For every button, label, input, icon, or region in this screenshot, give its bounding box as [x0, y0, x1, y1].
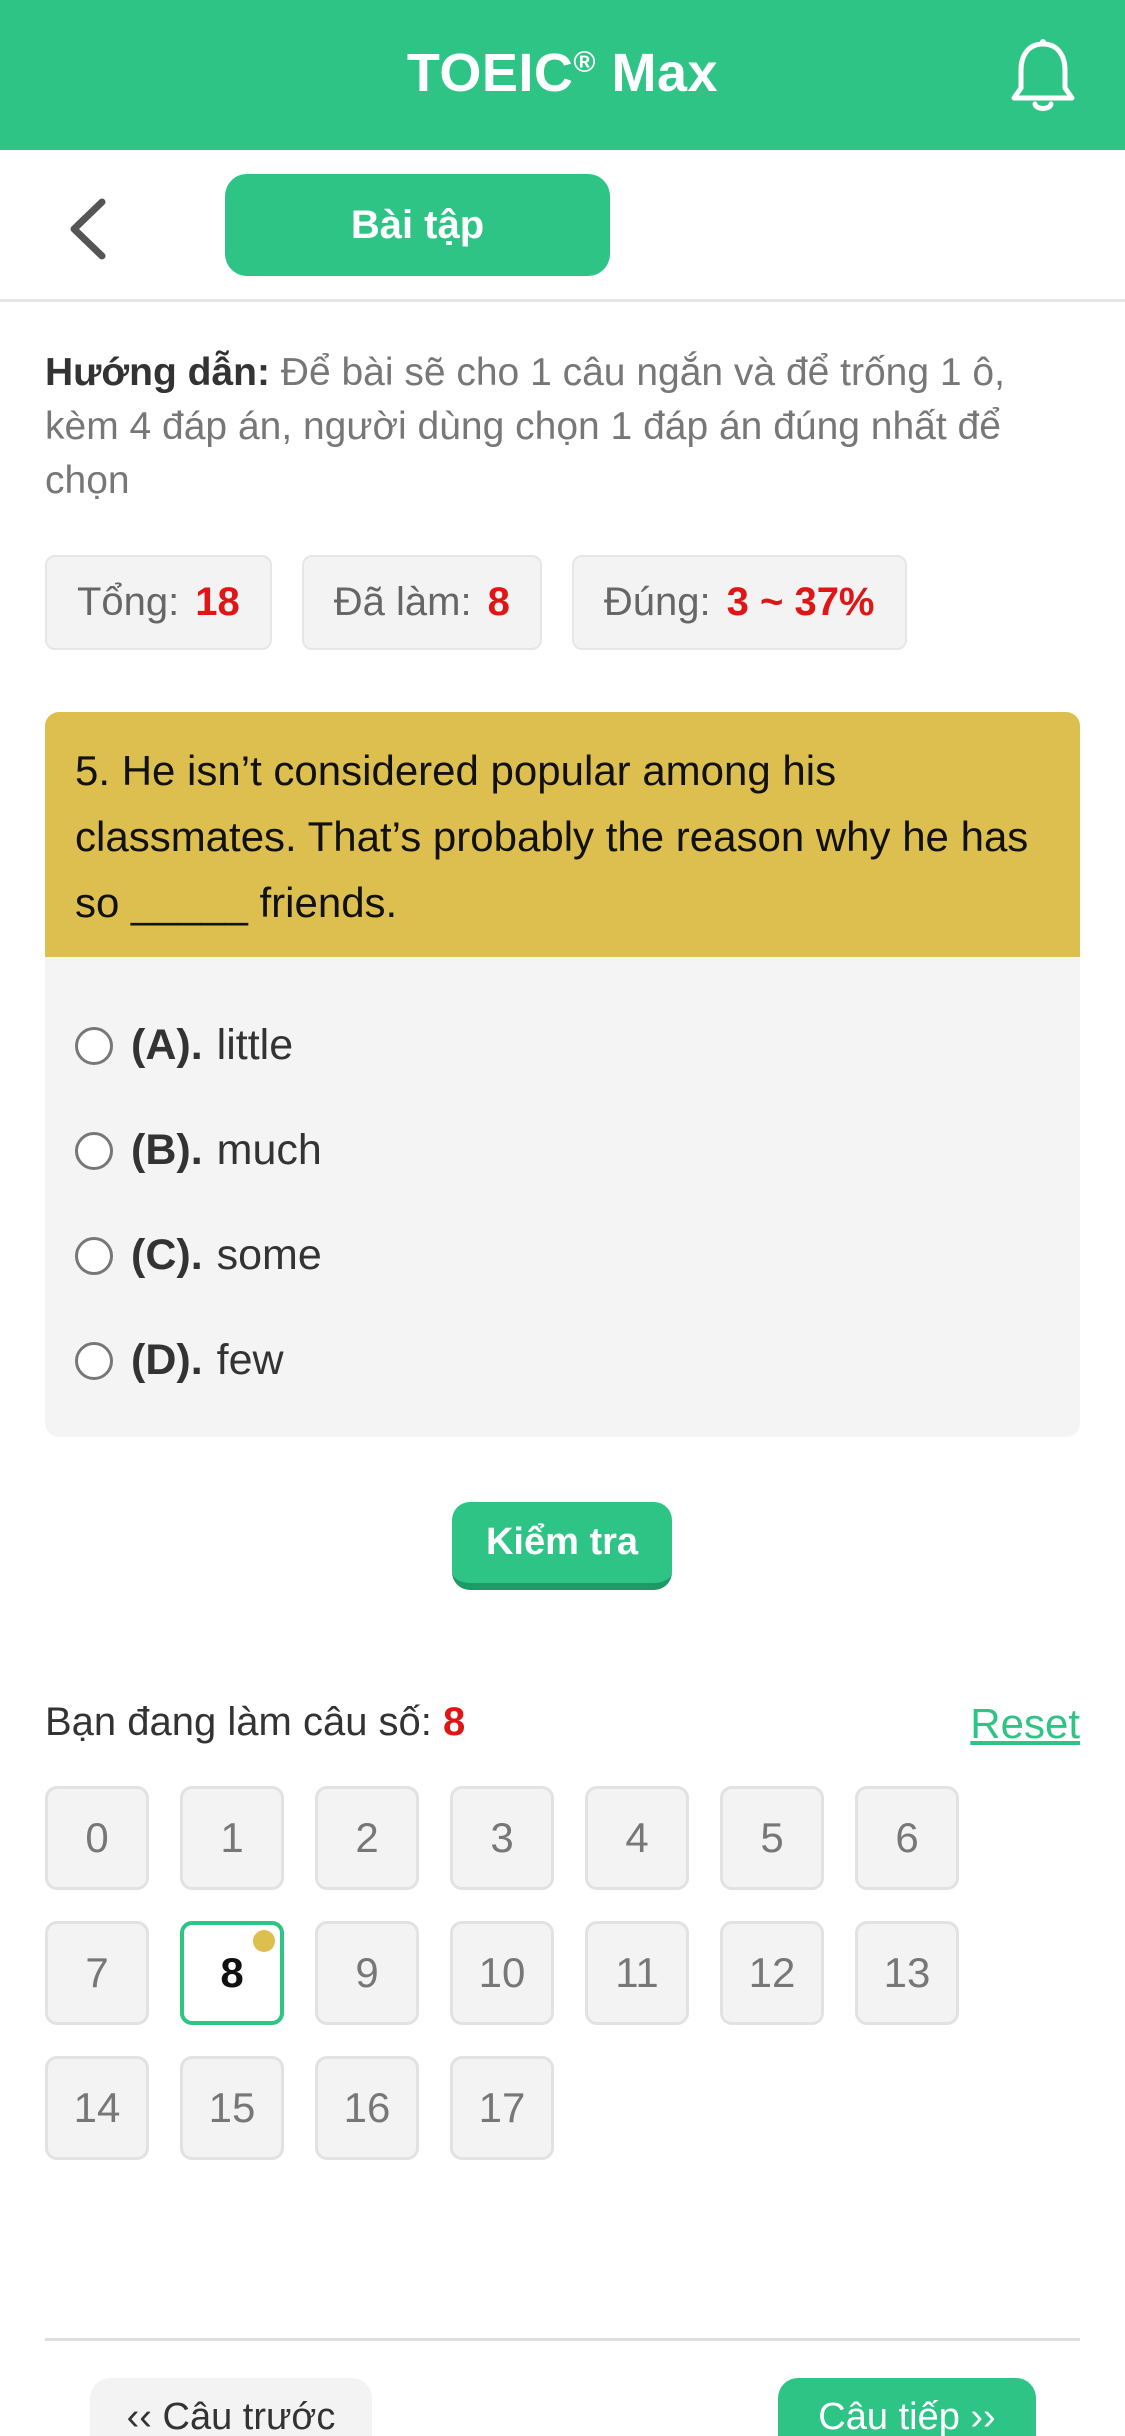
question-number-1[interactable]: 1: [180, 1786, 284, 1890]
answer-options: (A). little (B). much (C). some (D). few: [45, 957, 1080, 1413]
chevron-left-icon[interactable]: [60, 194, 120, 264]
option-c[interactable]: (C). some: [45, 1203, 1080, 1308]
question-text: 5. He isn’t considered popular among his…: [45, 712, 1080, 957]
question-number-15[interactable]: 15: [180, 2056, 284, 2160]
radio-button[interactable]: [75, 1131, 113, 1170]
divider: [45, 2338, 1080, 2341]
next-question-button[interactable]: Câu tiếp ››: [778, 2378, 1036, 2436]
tab-exercise[interactable]: Bài tập: [225, 174, 610, 276]
app-title: TOEIC® Max: [406, 43, 719, 103]
current-indicator-dot: [253, 1930, 275, 1952]
question-number-0[interactable]: 0: [45, 1786, 149, 1890]
option-d[interactable]: (D). few: [45, 1308, 1080, 1413]
radio-button[interactable]: [75, 1026, 113, 1065]
radio-button[interactable]: [75, 1341, 113, 1380]
radio-button[interactable]: [75, 1236, 113, 1275]
current-question-number: 8: [443, 1700, 466, 1744]
question-number-14[interactable]: 14: [45, 2056, 149, 2160]
instructions: Hướng dẫn: Để bài sẽ cho 1 câu ngắn và đ…: [45, 346, 1085, 508]
question-number-7[interactable]: 7: [45, 1921, 149, 2025]
previous-question-button[interactable]: ‹‹ Câu trước: [90, 2378, 372, 2436]
option-a[interactable]: (A). little: [45, 993, 1080, 1098]
question-number-8[interactable]: 8: [180, 1921, 284, 2025]
stat-total: Tổng: 18: [45, 555, 272, 650]
question-number-4[interactable]: 4: [585, 1786, 689, 1890]
toolbar: Bài tập: [0, 150, 1125, 302]
question-number-11[interactable]: 11: [585, 1921, 689, 2025]
question-number-17[interactable]: 17: [450, 2056, 554, 2160]
check-button[interactable]: Kiểm tra: [452, 1502, 672, 1590]
question-number-13[interactable]: 13: [855, 1921, 959, 2025]
stat-correct: Đúng: 3 ~ 37%: [571, 555, 907, 650]
question-number-grid: 0 1 2 3 4 5 6 7 8 9 10 11 12 13 14 15 16 17: [45, 1786, 1085, 2160]
option-b[interactable]: (B). much: [45, 1098, 1080, 1203]
question-number-3[interactable]: 3: [450, 1786, 554, 1890]
question-number-2[interactable]: 2: [315, 1786, 419, 1890]
bell-icon[interactable]: [1008, 36, 1078, 116]
current-question-row: Bạn đang làm câu số: 8 Reset: [45, 1700, 1080, 1748]
stats-bar: Tổng: 18 Đã làm: 8 Đúng: 3 ~ 37%: [45, 555, 907, 650]
reset-link[interactable]: Reset: [970, 1700, 1080, 1748]
question-number-12[interactable]: 12: [720, 1921, 824, 2025]
question-number-10[interactable]: 10: [450, 1921, 554, 2025]
instructions-label: Hướng dẫn:: [45, 351, 270, 394]
stat-done: Đã làm: 8: [301, 555, 542, 650]
question-number-9[interactable]: 9: [315, 1921, 419, 2025]
question-number-6[interactable]: 6: [855, 1786, 959, 1890]
question-number-5[interactable]: 5: [720, 1786, 824, 1890]
question-card: 5. He isn’t considered popular among his…: [45, 712, 1080, 1437]
app-header: TOEIC® Max: [0, 0, 1125, 150]
question-number-16[interactable]: 16: [315, 2056, 419, 2160]
